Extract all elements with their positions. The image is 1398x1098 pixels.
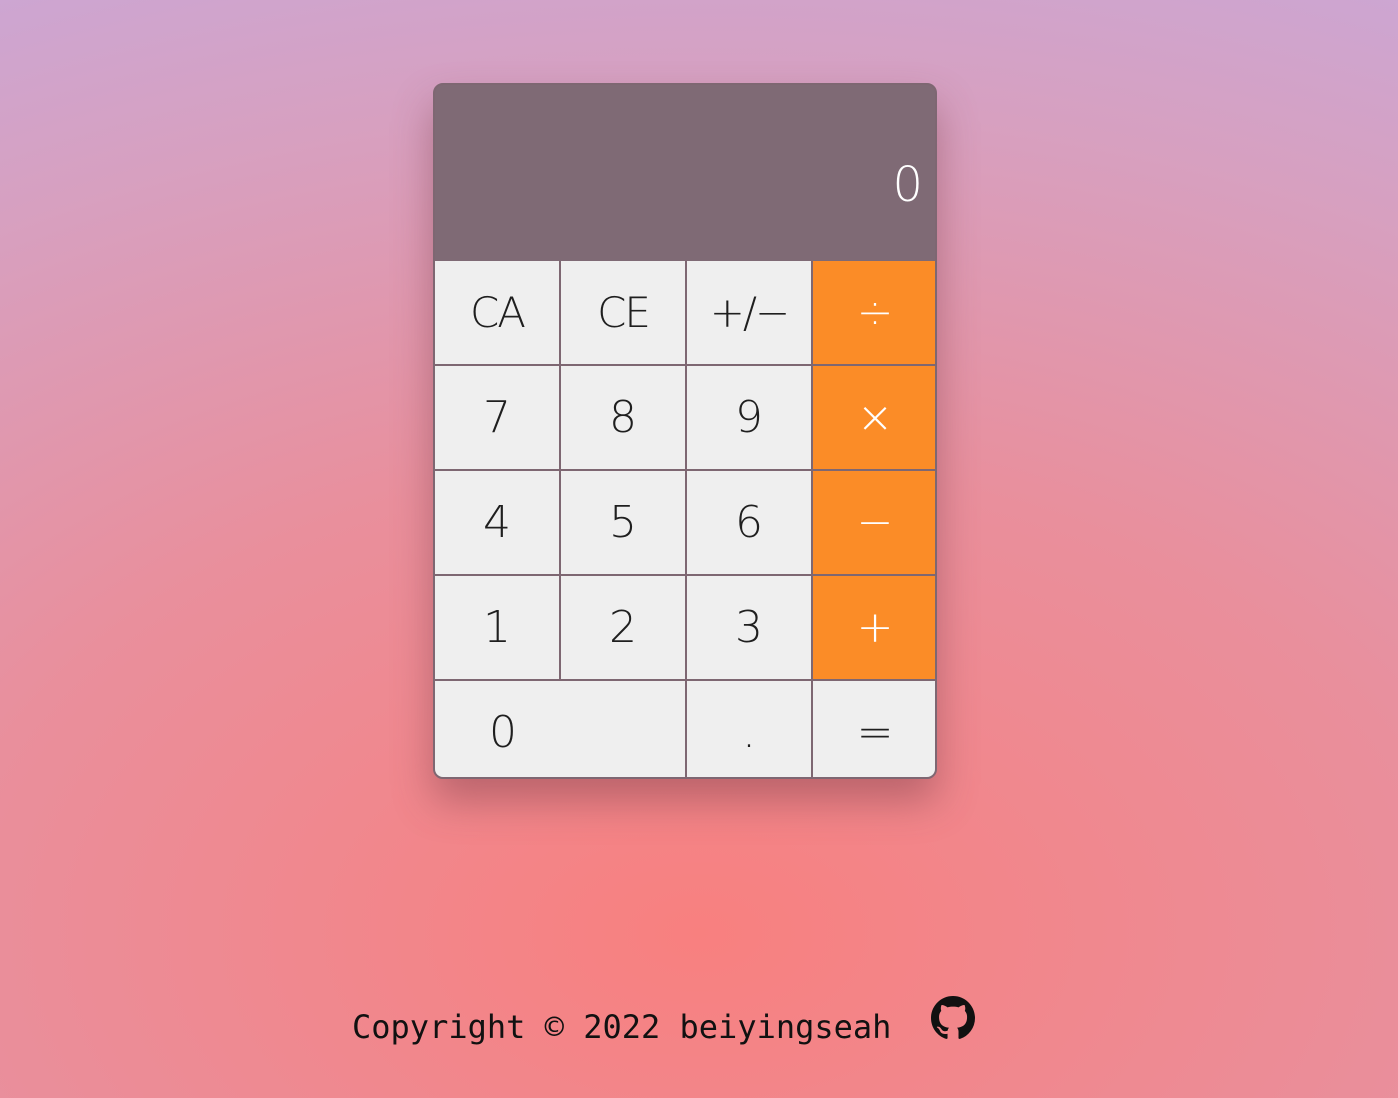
github-icon[interactable] (931, 996, 976, 1040)
digit-8-button[interactable]: 8 (561, 366, 685, 469)
calculator-display: 0 (435, 85, 935, 261)
digit-3-button[interactable]: 3 (687, 576, 811, 679)
calculator: 0 CA CE +/− ÷ 7 8 9 × 4 5 6 − 1 2 3 + 0 … (433, 83, 937, 779)
digit-0-button[interactable]: 0 (435, 681, 685, 777)
copyright-text: Copyright © 2022 beiyingseah (352, 1008, 892, 1046)
digit-1-button[interactable]: 1 (435, 576, 559, 679)
divide-button[interactable]: ÷ (813, 261, 935, 364)
decimal-button[interactable]: . (687, 681, 811, 777)
digit-2-button[interactable]: 2 (561, 576, 685, 679)
clear-all-button[interactable]: CA (435, 261, 559, 364)
subtract-button[interactable]: − (813, 471, 935, 574)
equals-button[interactable]: = (813, 681, 935, 777)
digit-5-button[interactable]: 5 (561, 471, 685, 574)
multiply-button[interactable]: × (813, 366, 935, 469)
keypad: CA CE +/− ÷ 7 8 9 × 4 5 6 − 1 2 3 + 0 . … (435, 261, 935, 777)
digit-9-button[interactable]: 9 (687, 366, 811, 469)
negate-button[interactable]: +/− (687, 261, 811, 364)
clear-entry-button[interactable]: CE (561, 261, 685, 364)
digit-7-button[interactable]: 7 (435, 366, 559, 469)
display-value: 0 (892, 157, 923, 213)
digit-4-button[interactable]: 4 (435, 471, 559, 574)
footer: Copyright © 2022 beiyingseah (352, 996, 976, 1046)
add-button[interactable]: + (813, 576, 935, 679)
digit-6-button[interactable]: 6 (687, 471, 811, 574)
